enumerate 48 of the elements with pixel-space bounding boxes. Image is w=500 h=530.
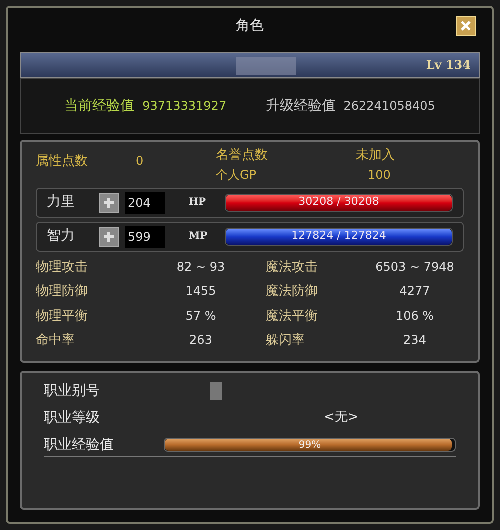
window-title: 角色 xyxy=(236,16,264,36)
bar-label: MP xyxy=(189,230,209,244)
stat-label: 魔法平衡 xyxy=(266,308,319,326)
bar-reading: 127824 / 127824 xyxy=(290,228,388,244)
stat-label: 魔法攻击 xyxy=(266,258,319,276)
experience-label: 升级经验值 xyxy=(266,96,336,116)
job-alias-label: 职业别号 xyxy=(44,382,100,400)
honor-label: 名誉点数 xyxy=(216,147,269,165)
gp-value: 100 xyxy=(367,166,391,184)
stat-value: 234 xyxy=(402,332,428,349)
job-exp-label: 职业经验值 xyxy=(44,436,114,454)
stat-value: 106 % xyxy=(394,308,436,324)
redaction-mosaic xyxy=(236,57,296,75)
stat-value: 263 xyxy=(188,332,214,349)
plus-icon xyxy=(103,230,115,242)
points-label: 属性点数 xyxy=(36,153,89,171)
stat-value: 82 ~ 93 xyxy=(176,258,226,276)
stat-label: 物理平衡 xyxy=(36,308,89,326)
gp-label: 个人GP xyxy=(216,166,258,184)
stat-label: 物理防御 xyxy=(36,283,89,301)
job-grade-label: 职业等级 xyxy=(44,408,101,428)
bar-reading: 30208 / 30208 xyxy=(298,194,380,210)
stat-label: 命中率 xyxy=(36,332,76,350)
points-value: 0 xyxy=(136,153,145,170)
stat-value: 1455 xyxy=(184,283,218,300)
stat-value: 57 % xyxy=(184,308,218,324)
plus-icon xyxy=(103,196,115,208)
stat-label: 躲闪率 xyxy=(266,332,306,350)
stat-label: 魔法防御 xyxy=(266,283,319,301)
attribute-label: 智力 xyxy=(47,227,76,246)
add-button[interactable] xyxy=(99,192,119,212)
attribute-value: 599 xyxy=(125,226,165,248)
stat-label: 物理攻击 xyxy=(36,258,89,276)
attribute-value: 204 xyxy=(125,192,165,214)
redaction-mosaic xyxy=(210,382,222,400)
honor-value: 未加入 xyxy=(356,147,395,165)
stat-value: 4277 xyxy=(398,283,432,300)
stat-value: 6503 ~ 7948 xyxy=(374,258,456,276)
experience-value: 93713331927 xyxy=(142,98,227,115)
job-exp-reading: 99% xyxy=(298,439,322,451)
job-grade-value: <无> xyxy=(324,409,359,428)
bar-label: HP xyxy=(189,196,207,210)
level-label: Lv 134 xyxy=(426,57,471,74)
experience-value: 262241058405 xyxy=(344,98,436,115)
experience-label: 当前经验值 xyxy=(64,96,135,116)
close-icon xyxy=(460,20,472,32)
attribute-label: 力里 xyxy=(47,193,76,212)
add-button[interactable] xyxy=(99,226,119,246)
